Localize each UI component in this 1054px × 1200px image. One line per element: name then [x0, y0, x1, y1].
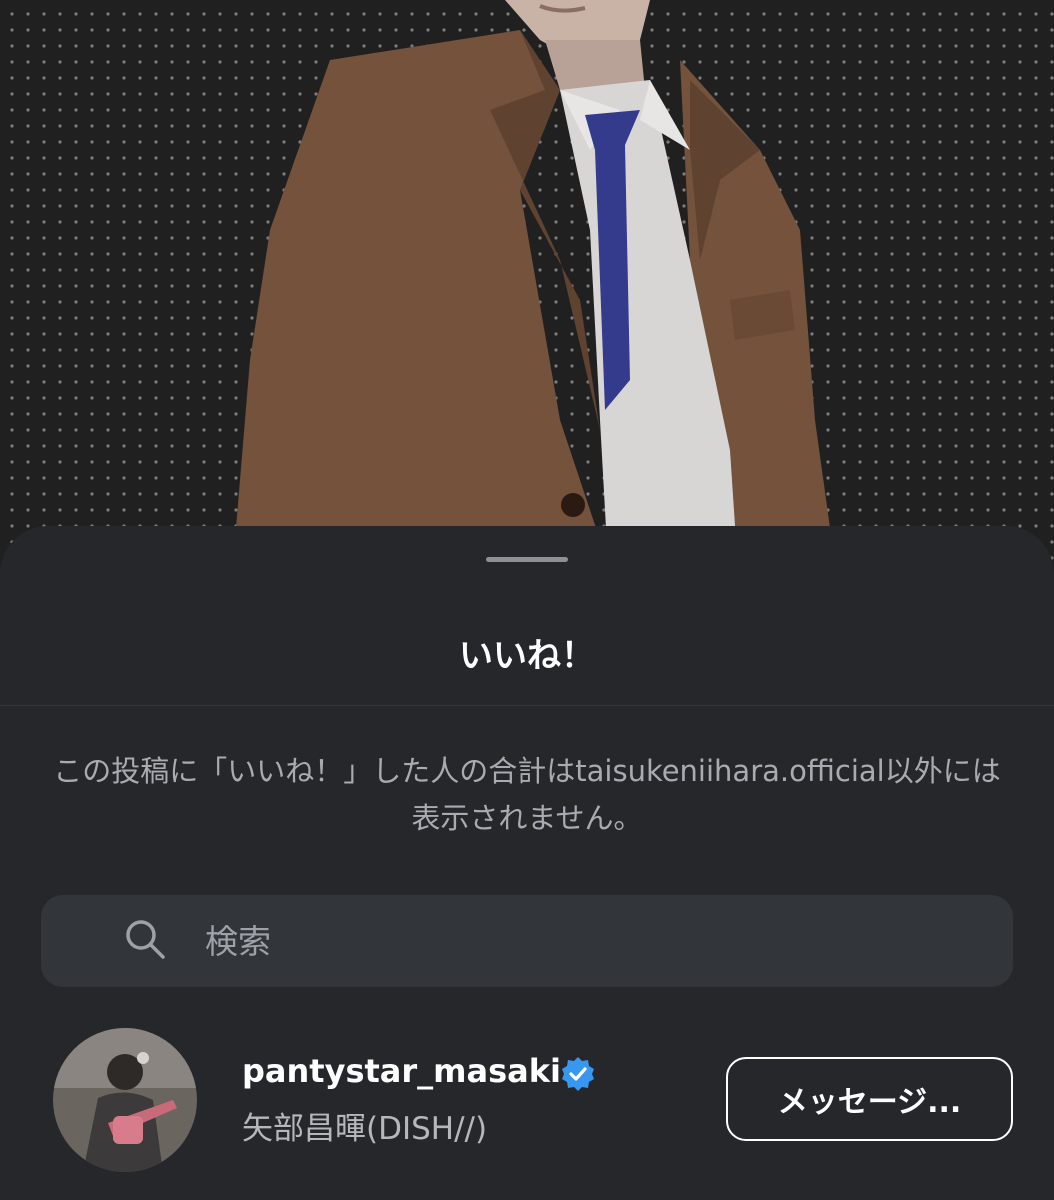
avatar-image — [53, 1028, 197, 1172]
full-name: 矢部昌暉(DISH//) — [242, 1111, 488, 1147]
search-bar[interactable] — [41, 895, 1013, 987]
avatar[interactable] — [53, 1028, 197, 1172]
sheet-title: いいね！ — [459, 636, 595, 676]
sheet-drag-handle[interactable] — [486, 557, 568, 562]
post-photo — [0, 0, 1054, 600]
username[interactable]: pantystar_masaki — [242, 1050, 561, 1092]
search-input[interactable] — [205, 895, 985, 987]
search-icon — [126, 920, 165, 959]
user-list-item[interactable]: pantystar_masaki 矢部昌暉(DISH//) メッセージ... — [0, 1026, 1054, 1176]
title-divider — [0, 705, 1054, 706]
person-illustration — [230, 0, 840, 600]
likes-privacy-notice: この投稿に「いいね！」した人の合計はtaisukeniihara.officia… — [53, 754, 1001, 835]
likes-sheet: いいね！ この投稿に「いいね！」した人の合計はtaisukeniihara.of… — [0, 526, 1054, 1200]
message-button[interactable]: メッセージ... — [726, 1057, 1013, 1141]
verified-badge-icon — [562, 1057, 594, 1091]
